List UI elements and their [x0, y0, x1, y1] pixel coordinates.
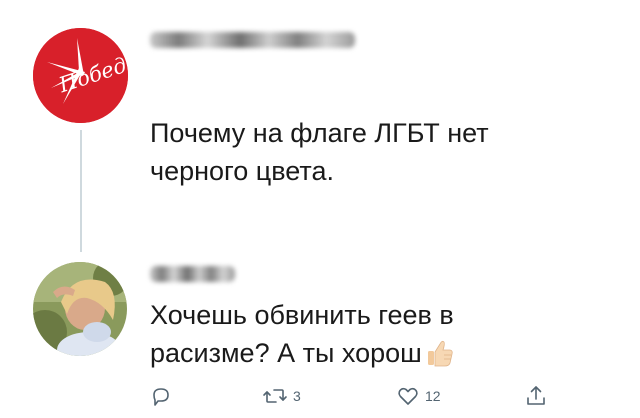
reply-button[interactable] — [149, 384, 178, 408]
retweet-icon — [263, 389, 287, 403]
reply-icon — [153, 388, 169, 406]
like-button[interactable]: 12 — [396, 384, 441, 408]
heart-icon — [398, 387, 418, 405]
tweet-line-2: черного цвета. — [150, 156, 335, 186]
share-icon — [527, 386, 545, 405]
reply-author-name-blurred[interactable] — [150, 266, 235, 282]
avatar-reply-user[interactable] — [33, 262, 127, 356]
retweet-button[interactable]: 3 — [262, 384, 301, 408]
reply-line-1: Хочешь обвинить геев в — [150, 300, 454, 330]
thumbs-up-icon — [427, 340, 453, 367]
thread-line — [80, 130, 82, 252]
author-name-blurred[interactable] — [150, 32, 355, 48]
share-button[interactable] — [524, 384, 553, 408]
pobeda-logo-icon: Победа — [33, 28, 128, 123]
user-photo — [33, 262, 127, 356]
like-count: 12 — [425, 388, 441, 404]
avatar-pobeda-logo[interactable]: Победа — [33, 28, 128, 123]
tweet-text-reply: Хочешь обвинить геев в расизме? А ты хор… — [150, 296, 455, 372]
reply-line-2: расизме? А ты хорош — [150, 334, 455, 372]
reply-line-2-text: расизме? А ты хорош — [150, 338, 422, 368]
tweet-line-1: Почему на флаге ЛГБТ нет — [150, 118, 489, 148]
tweet-text-question: Почему на флаге ЛГБТ нет черного цвета. — [150, 114, 489, 190]
retweet-count: 3 — [293, 388, 301, 404]
